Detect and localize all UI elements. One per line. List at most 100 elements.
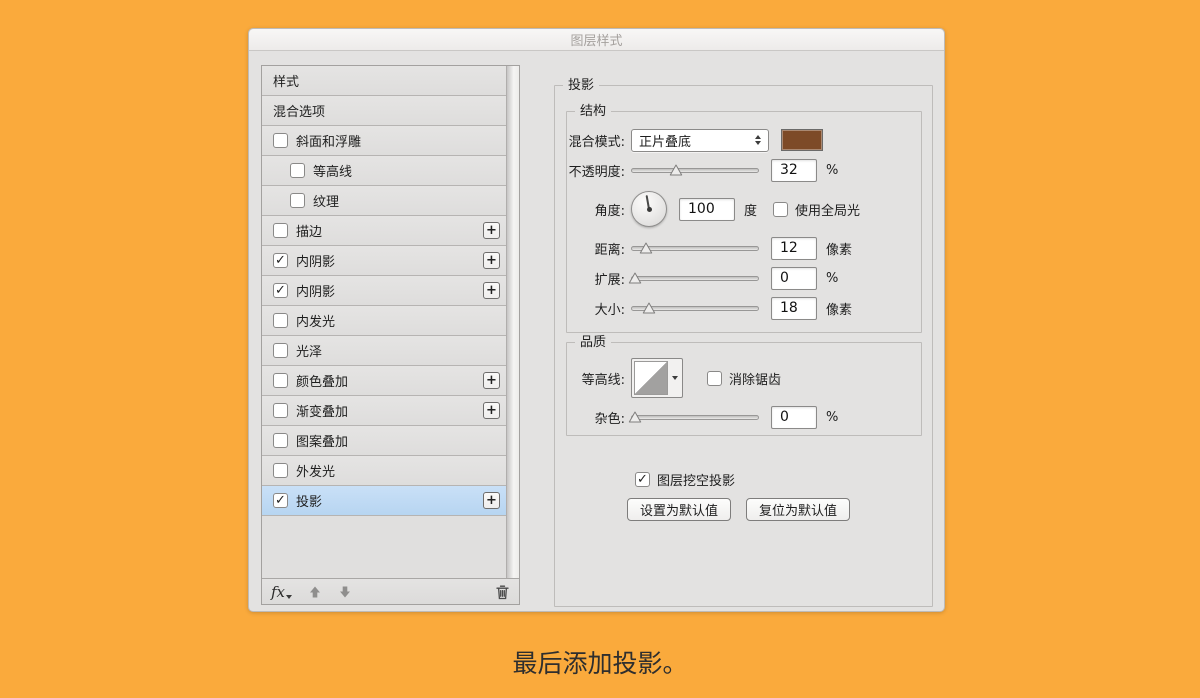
sidebar-item-6[interactable]: ✓ 内阴影+ (262, 246, 506, 276)
structure-group: 结构 混合模式: 正片叠底 不透明度: (566, 111, 922, 333)
style-enable-checkbox[interactable] (273, 373, 288, 388)
opacity-label: 不透明度: (567, 161, 631, 180)
style-item-label: 内阴影 (296, 281, 483, 300)
quality-group: 品质 等高线: 消除锯齿 杂色: (566, 342, 922, 436)
reset-default-button[interactable]: 复位为默认值 (746, 498, 850, 521)
style-enable-checkbox[interactable] (273, 223, 288, 238)
antialias-label: 消除锯齿 (729, 369, 781, 388)
distance-slider[interactable] (631, 240, 771, 256)
slider-thumb[interactable] (640, 239, 653, 258)
sidebar-item-12[interactable]: 图案叠加 (262, 426, 506, 456)
style-enable-checkbox[interactable] (273, 313, 288, 328)
sidebar-item-13[interactable]: 外发光 (262, 456, 506, 486)
distance-unit: 像素 (826, 239, 852, 258)
layer-knockout-label: 图层挖空投影 (657, 470, 735, 489)
add-effect-instance-button[interactable]: + (483, 492, 500, 509)
noise-slider[interactable] (631, 409, 771, 425)
style-item-label: 内阴影 (296, 251, 483, 270)
noise-unit: % (826, 410, 838, 425)
slider-track (631, 276, 759, 281)
angle-input[interactable] (679, 198, 735, 221)
style-enable-checkbox[interactable]: ✓ (273, 253, 288, 268)
move-effect-down-button[interactable] (338, 585, 352, 599)
fx-menu-caret-icon (286, 595, 292, 599)
size-label: 大小: (567, 299, 631, 318)
dialog-titlebar[interactable]: 图层样式 (249, 29, 944, 51)
move-effect-up-button[interactable] (308, 585, 322, 599)
style-enable-checkbox[interactable] (273, 343, 288, 358)
distance-input[interactable] (771, 237, 817, 260)
sidebar-item-0[interactable]: 样式 (262, 66, 506, 96)
slider-thumb[interactable] (643, 299, 656, 318)
angle-dial[interactable] (631, 191, 667, 227)
size-input[interactable] (771, 297, 817, 320)
style-enable-checkbox[interactable] (273, 403, 288, 418)
sidebar-item-11[interactable]: 渐变叠加+ (262, 396, 506, 426)
style-enable-checkbox[interactable] (290, 163, 305, 178)
style-item-label: 描边 (296, 221, 483, 240)
style-list-scrollbar[interactable] (506, 66, 519, 578)
sidebar-item-8[interactable]: 内发光 (262, 306, 506, 336)
opacity-slider[interactable] (631, 162, 771, 178)
make-default-button[interactable]: 设置为默认值 (627, 498, 731, 521)
add-effect-instance-button[interactable]: + (483, 282, 500, 299)
sidebar-item-2[interactable]: 斜面和浮雕 (262, 126, 506, 156)
sidebar-item-3[interactable]: 等高线 (262, 156, 506, 186)
sidebar-item-4[interactable]: 纹理 (262, 186, 506, 216)
spread-unit: % (826, 271, 838, 286)
opacity-unit: % (826, 163, 838, 178)
style-enable-checkbox[interactable]: ✓ (273, 283, 288, 298)
style-item-label: 斜面和浮雕 (296, 131, 500, 150)
blend-mode-select[interactable]: 正片叠底 (631, 129, 769, 152)
trash-icon (495, 584, 510, 600)
layer-knockout-checkbox[interactable]: ✓ (635, 472, 650, 487)
add-effect-instance-button[interactable]: + (483, 372, 500, 389)
slider-thumb[interactable] (629, 408, 642, 427)
spread-slider[interactable] (631, 270, 771, 286)
style-enable-checkbox[interactable]: ✓ (273, 493, 288, 508)
contour-picker[interactable] (631, 358, 683, 398)
delete-effect-button[interactable] (495, 584, 510, 600)
slider-thumb[interactable] (669, 161, 682, 180)
fx-menu-button[interactable]: fx (271, 583, 292, 601)
style-item-label: 混合选项 (273, 101, 500, 120)
quality-legend: 品质 (575, 334, 611, 351)
sidebar-item-9[interactable]: 光泽 (262, 336, 506, 366)
use-global-light-checkbox[interactable] (773, 202, 788, 217)
sidebar-item-14[interactable]: ✓ 投影+ (262, 486, 506, 516)
style-item-label: 外发光 (296, 461, 500, 480)
add-effect-instance-button[interactable]: + (483, 252, 500, 269)
spread-input[interactable] (771, 267, 817, 290)
style-enable-checkbox[interactable] (273, 463, 288, 478)
style-item-label: 颜色叠加 (296, 371, 483, 390)
noise-input[interactable] (771, 406, 817, 429)
shadow-color-swatch[interactable] (781, 129, 823, 151)
style-enable-checkbox[interactable] (290, 193, 305, 208)
drop-shadow-legend: 投影 (563, 77, 599, 94)
layer-style-dialog: 图层样式 样式混合选项斜面和浮雕等高线纹理描边+✓内阴影+✓内阴影+内发光光泽颜… (248, 28, 945, 612)
sidebar-item-10[interactable]: 颜色叠加+ (262, 366, 506, 396)
fx-label: fx (271, 583, 285, 601)
size-unit: 像素 (826, 299, 852, 318)
style-item-label: 纹理 (313, 191, 500, 210)
use-global-light-label: 使用全局光 (795, 200, 860, 219)
style-item-label: 渐变叠加 (296, 401, 483, 420)
add-effect-instance-button[interactable]: + (483, 402, 500, 419)
size-slider[interactable] (631, 300, 771, 316)
drop-shadow-group: 投影 结构 混合模式: 正片叠底 不透明度: (554, 85, 933, 607)
style-enable-checkbox[interactable] (273, 433, 288, 448)
slider-thumb[interactable] (629, 269, 642, 288)
add-effect-instance-button[interactable]: + (483, 222, 500, 239)
effects-toolbar: fx (262, 578, 519, 604)
sidebar-item-1[interactable]: 混合选项 (262, 96, 506, 126)
style-enable-checkbox[interactable] (273, 133, 288, 148)
structure-legend: 结构 (575, 103, 611, 120)
style-item-label: 等高线 (313, 161, 500, 180)
slider-track (631, 168, 759, 173)
style-item-label: 投影 (296, 491, 483, 510)
sidebar-item-7[interactable]: ✓ 内阴影+ (262, 276, 506, 306)
contour-dropdown-icon (672, 376, 678, 380)
antialias-checkbox[interactable] (707, 371, 722, 386)
opacity-input[interactable] (771, 159, 817, 182)
sidebar-item-5[interactable]: 描边+ (262, 216, 506, 246)
